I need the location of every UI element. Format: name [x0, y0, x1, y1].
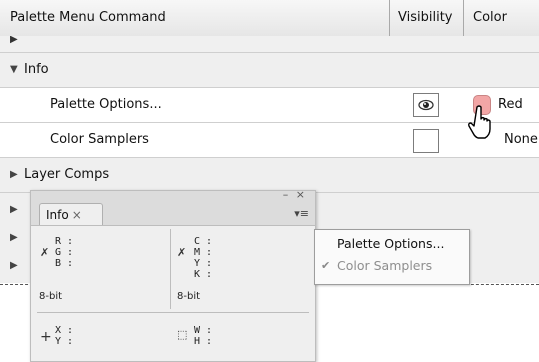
panel-menu-icon[interactable]: ▾≡ — [294, 207, 309, 220]
tab-label: Info — [46, 208, 69, 222]
visibility-toggle[interactable] — [413, 129, 439, 153]
panel-titlebar[interactable]: Info × – × ▾≡ — [31, 188, 315, 226]
command-row-color-samplers[interactable]: Color Samplers None — [0, 123, 539, 158]
eyedropper-icon[interactable]: ✗ — [40, 246, 49, 259]
crosshair-icon: + — [40, 329, 52, 345]
header-visibility[interactable]: Visibility — [398, 0, 452, 36]
expanded-triangle-icon[interactable]: ▼ — [10, 53, 18, 87]
command-label: Color Samplers — [50, 132, 149, 147]
panel-divider — [170, 229, 171, 309]
color-label[interactable]: None — [504, 123, 538, 157]
visibility-toggle[interactable] — [413, 93, 439, 117]
coord-y: Y : — [55, 336, 74, 347]
cmyk-k: K : — [194, 269, 213, 280]
rgb-g: G : — [55, 247, 74, 258]
menu-item-palette-options[interactable]: Palette Options... — [337, 236, 444, 251]
panel-flyout-menu[interactable]: Palette Options... ✔ Color Samplers — [314, 229, 470, 285]
header-divider — [463, 0, 464, 36]
hand-cursor-icon — [468, 105, 491, 139]
group-row-layer-comps[interactable]: ▶ Layer Comps — [0, 158, 539, 193]
size-h: H : — [194, 336, 213, 347]
cmyk-y: Y : — [194, 258, 213, 269]
group-row-info[interactable]: ▼ Info — [0, 53, 539, 88]
collapsed-triangle-icon: ▶ — [10, 36, 18, 45]
command-label: Palette Options... — [50, 97, 162, 112]
command-row-palette-options[interactable]: Palette Options... Red — [0, 88, 539, 123]
header-command[interactable]: Palette Menu Command — [10, 0, 166, 36]
group-label: Layer Comps — [24, 167, 110, 182]
size-w: W : — [194, 325, 213, 336]
cmyk-m: M : — [194, 247, 213, 258]
close-icon[interactable]: × — [72, 208, 82, 222]
panel-divider — [37, 312, 309, 313]
group-label: Info — [24, 62, 49, 77]
info-panel[interactable]: Info × – × ▾≡ R : G : B : ✗ C : M : Y : K… — [30, 188, 316, 362]
rgb-r: R : — [55, 236, 74, 247]
rgb-b: B : — [55, 258, 74, 269]
partial-row: ▶ — [0, 36, 539, 53]
cmyk-c: C : — [194, 236, 213, 247]
collapsed-triangle-icon[interactable]: ▶ — [10, 158, 18, 192]
window-controls[interactable]: – × — [283, 188, 307, 201]
bit-depth-right: 8-bit — [177, 291, 201, 302]
bit-depth-left: 8-bit — [39, 291, 63, 302]
tab-info[interactable]: Info × — [39, 203, 103, 225]
collapsed-triangle-icon[interactable]: ▶ — [10, 249, 18, 283]
header-divider — [389, 0, 390, 36]
check-icon: ✔ — [321, 259, 331, 272]
eye-icon — [418, 99, 434, 111]
table-header: Palette Menu Command Visibility Color — [0, 0, 539, 37]
eyedropper-icon[interactable]: ✗ — [177, 246, 186, 259]
header-color[interactable]: Color — [473, 0, 507, 36]
coord-x: X : — [55, 325, 74, 336]
selection-size-icon: ⬚ — [177, 328, 188, 341]
color-label[interactable]: Red — [498, 88, 523, 122]
menu-item-color-samplers[interactable]: Color Samplers — [337, 258, 432, 273]
